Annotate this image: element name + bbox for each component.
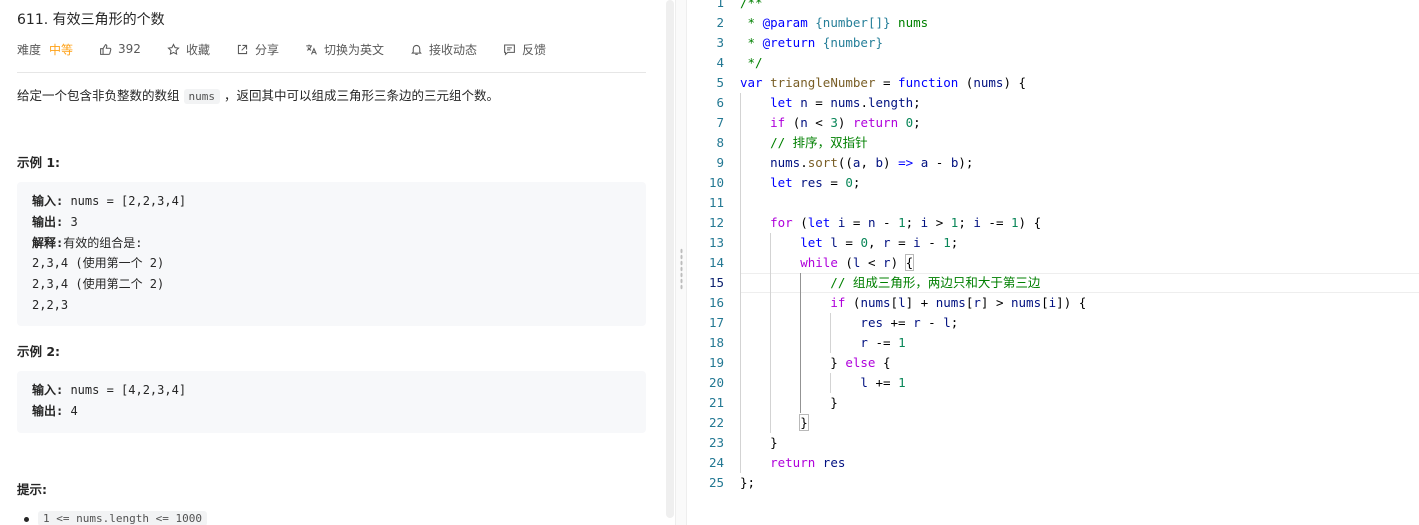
code-line[interactable]: l += 1: [740, 373, 905, 393]
line-number: 7: [716, 115, 724, 130]
share-button[interactable]: 分享: [236, 41, 279, 58]
code-line[interactable]: */: [740, 53, 763, 73]
problem-meta-bar: 难度 中等 392 收藏 分享 切换为英文 接收动态 反馈: [17, 40, 572, 58]
problem-panel: 611. 有效三角形的个数 难度 中等 392 收藏 分享 切换为英文 接收动态…: [0, 0, 664, 525]
code-line[interactable]: // 组成三角形，两边只和大于第三边: [740, 273, 1040, 293]
thumbs-up-icon: [100, 43, 112, 55]
code-line[interactable]: // 排序，双指针: [740, 133, 868, 153]
switch-language-label: 切换为英文: [323, 42, 384, 57]
line-number: 6: [716, 95, 724, 110]
line-number: 4: [716, 55, 724, 70]
code-line[interactable]: if (nums[l] + nums[r] > nums[i]) {: [740, 293, 1086, 313]
share-icon: [237, 44, 248, 54]
line-number: 18: [708, 335, 724, 350]
line-number: 8: [716, 135, 724, 150]
line-number: 15: [708, 275, 724, 290]
bell-icon: [411, 44, 422, 55]
inline-code: nums: [183, 89, 221, 104]
hint-item: 1 <= nums.length <= 1000: [24, 511, 207, 525]
difficulty-label: 难度: [17, 42, 42, 57]
line-number: 5: [716, 75, 724, 90]
code-line[interactable]: if (n < 3) return 0;: [740, 113, 921, 133]
code-line[interactable]: for (let i = n - 1; i > 1; i -= 1) {: [740, 213, 1041, 233]
code-line[interactable]: }: [740, 413, 809, 433]
bullet-dot: [24, 517, 29, 522]
example-1-title: 示例 1:: [17, 155, 61, 170]
like-button[interactable]: 392: [99, 42, 141, 56]
line-number: 12: [708, 215, 724, 230]
hint-code: 1 <= nums.length <= 1000: [38, 511, 207, 525]
line-number: 20: [708, 375, 724, 390]
code-line[interactable]: /**: [740, 0, 763, 13]
line-number: 17: [708, 315, 724, 330]
line-number: 19: [708, 355, 724, 370]
switch-language-button[interactable]: 切换为英文: [305, 41, 384, 58]
example-2-block: 输入: nums = [4,2,3,4] 输出: 4: [17, 371, 646, 433]
feedback-label: 反馈: [522, 42, 547, 57]
code-line[interactable]: while (l < r) {: [740, 253, 915, 273]
line-number: 22: [708, 415, 724, 430]
line-number: 21: [708, 395, 724, 410]
like-count: 392: [118, 42, 141, 56]
line-number: 9: [716, 155, 724, 170]
line-number: 1: [716, 0, 724, 10]
feedback-button[interactable]: 反馈: [503, 41, 546, 58]
problem-title: 611. 有效三角形的个数: [17, 12, 165, 28]
divider-line: [17, 72, 646, 73]
example-1-block: 输入: nums = [2,2,3,4] 输出: 3 解释:有效的组合是: 2,…: [17, 182, 646, 326]
code-line[interactable]: };: [740, 473, 755, 493]
line-number: 16: [708, 295, 724, 310]
difficulty-badge: 中等: [49, 42, 74, 57]
code-line[interactable]: let l = 0, r = i - 1;: [740, 233, 958, 253]
problem-description: 给定一个包含非负整数的数组 nums ，返回其中可以组成三角形三条边的三元组个数。: [17, 88, 500, 104]
code-line[interactable]: * @return {number}: [740, 33, 884, 53]
line-number: 2: [716, 15, 724, 30]
code-line[interactable]: r -= 1: [740, 333, 905, 353]
panel-resize-handle[interactable]: [675, 0, 687, 525]
code-line[interactable]: return res: [740, 453, 845, 473]
hints-title: 提示:: [17, 482, 47, 497]
code-line[interactable]: }: [740, 433, 778, 453]
code-line[interactable]: var triangleNumber = function (nums) {: [740, 73, 1026, 93]
line-number: 24: [708, 455, 724, 470]
star-icon: [167, 42, 180, 55]
code-line[interactable]: nums.sort((a, b) => a - b);: [740, 153, 973, 173]
favorite-label: 收藏: [185, 42, 210, 57]
drag-grip-icon: [680, 248, 683, 290]
code-line[interactable]: * @param {number[]} nums: [740, 13, 929, 33]
translate-icon: [306, 44, 317, 55]
share-label: 分享: [254, 42, 279, 57]
code-editor[interactable]: 1 2 3 4 5 6 7 8 9 10 11 12 13 14 15 16 17 18 19 20 21 22 23 24 2…: [688, 0, 1419, 525]
line-number: 23: [708, 435, 724, 450]
line-number: 14: [708, 255, 724, 270]
line-number: 13: [708, 235, 724, 250]
comment-icon: [504, 44, 515, 56]
code-line[interactable]: } else {: [740, 353, 890, 373]
code-line[interactable]: let res = 0;: [740, 173, 860, 193]
problem-scrollbar[interactable]: [666, 0, 674, 518]
notify-label: 接收动态: [428, 42, 477, 57]
line-number: 25: [708, 475, 724, 490]
favorite-button[interactable]: 收藏: [167, 41, 210, 58]
line-number: 10: [708, 175, 724, 190]
line-number: 11: [708, 195, 724, 210]
code-line[interactable]: let n = nums.length;: [740, 93, 921, 113]
example-2-title: 示例 2:: [17, 344, 61, 359]
code-line[interactable]: }: [740, 393, 838, 413]
code-line[interactable]: res += r - l;: [740, 313, 958, 333]
notify-button[interactable]: 接收动态: [410, 41, 477, 58]
line-number: 3: [716, 35, 724, 50]
